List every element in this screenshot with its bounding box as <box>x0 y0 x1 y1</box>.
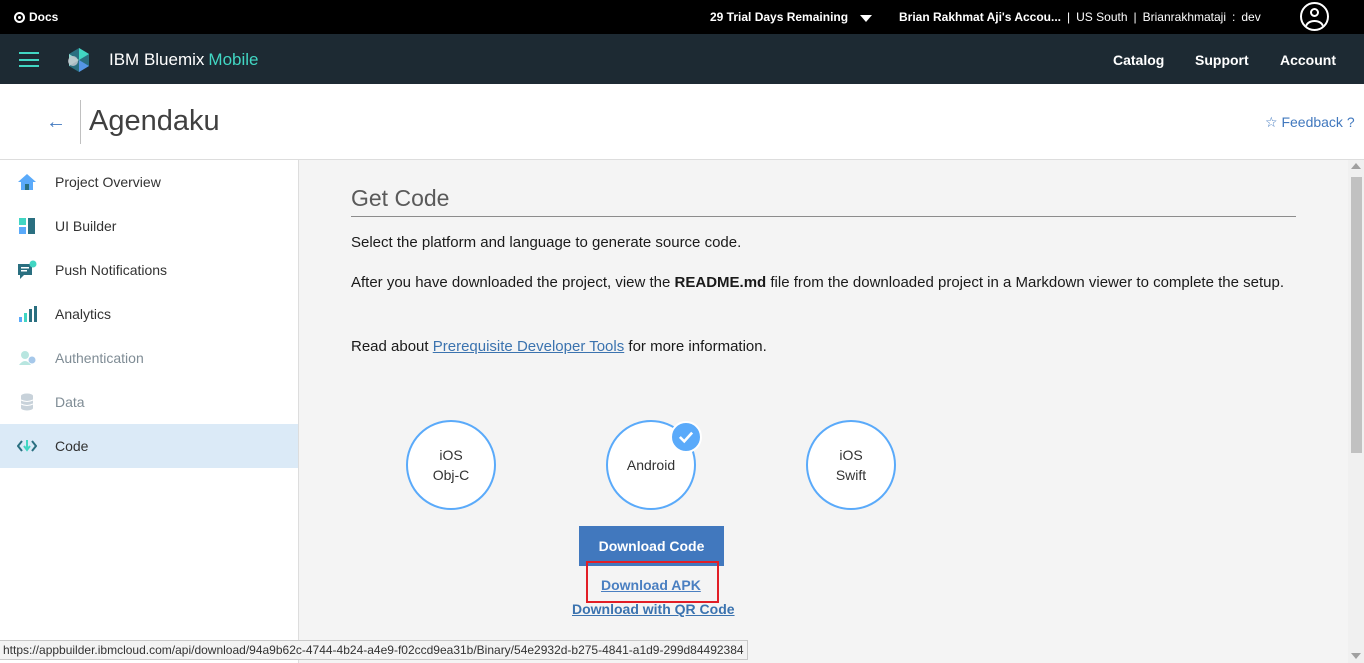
sidebar-item-code[interactable]: Code <box>0 424 298 468</box>
intro-text: Select the platform and language to gene… <box>351 234 742 251</box>
divider: | <box>1067 10 1071 24</box>
sidebar-item-label: UI Builder <box>55 218 117 234</box>
prereq-text: Read about Prerequisite Developer Tools … <box>351 338 767 355</box>
nav-support[interactable]: Support <box>1195 52 1249 68</box>
download-apk-link[interactable]: Download APK <box>601 577 701 593</box>
platform-label: Android <box>626 457 676 473</box>
platform-sublabel: Swift <box>835 467 867 483</box>
page-title: Agendaku <box>89 105 220 137</box>
sidebar-item-label: Project Overview <box>55 174 161 190</box>
download-qr-link[interactable]: Download with QR Code <box>572 601 735 617</box>
feedback-link[interactable]: ☆ Feedback ? <box>1265 114 1355 131</box>
platform-ios-objc[interactable]: iOS Obj-C <box>406 420 496 510</box>
code-icon <box>17 440 37 452</box>
analytics-icon <box>19 306 37 322</box>
hamburger-menu-icon[interactable] <box>19 52 39 67</box>
account-name: Brian Rakhmat Aji's Accou... <box>899 10 1062 24</box>
scrollbar-thumb[interactable] <box>1351 177 1362 453</box>
data-icon <box>20 393 34 411</box>
scroll-down-icon[interactable] <box>1351 653 1361 659</box>
prerequisite-tools-link[interactable]: Prerequisite Developer Tools <box>433 338 625 355</box>
account-selector[interactable]: Brian Rakhmat Aji's Accou... | US South … <box>899 10 1261 24</box>
sidebar-item-label: Code <box>55 438 89 454</box>
home-icon <box>18 174 36 190</box>
space-label: dev <box>1241 10 1261 24</box>
avatar-icon[interactable] <box>1300 2 1329 31</box>
sidebar-item-project-overview[interactable]: Project Overview <box>0 160 298 204</box>
sidebar-item-label: Push Notifications <box>55 262 168 278</box>
nav-account[interactable]: Account <box>1280 52 1336 68</box>
section-title: Get Code <box>351 185 450 211</box>
push-notifications-icon <box>18 260 37 279</box>
project-header: ← Agendaku ☆ Feedback ? <box>0 84 1364 160</box>
divider: | <box>1133 10 1137 24</box>
docs-label: Docs <box>29 10 59 24</box>
sidebar: Project Overview UI Builder Push Notific… <box>0 160 299 663</box>
platform-label: iOS <box>839 447 863 463</box>
brand-title: IBM Bluemix Mobile <box>109 50 259 69</box>
sidebar-item-authentication[interactable]: Authentication <box>0 336 298 380</box>
sidebar-item-ui-builder[interactable]: UI Builder <box>0 204 298 248</box>
sidebar-item-label: Authentication <box>55 350 144 366</box>
trial-label: 29 Trial Days Remaining <box>710 10 849 24</box>
nav-catalog[interactable]: Catalog <box>1113 52 1164 68</box>
top-bar: Docs 29 Trial Days Remaining Brian Rakhm… <box>0 0 1364 34</box>
chevron-down-icon <box>860 14 873 22</box>
checkmark-icon <box>670 421 702 453</box>
platform-ios-swift[interactable]: iOS Swift <box>806 420 896 510</box>
divider <box>80 100 81 144</box>
docs-icon <box>14 11 25 23</box>
divider <box>351 216 1296 217</box>
readme-text: After you have downloaded the project, v… <box>351 274 1284 291</box>
download-code-button[interactable]: Download Code <box>579 526 724 566</box>
authentication-icon <box>19 351 36 365</box>
region-label: US South <box>1076 10 1128 24</box>
trial-days-dropdown[interactable]: 29 Trial Days Remaining <box>710 10 873 24</box>
org-label: Brianrakhmataji <box>1142 10 1227 24</box>
platform-sublabel: Obj-C <box>432 467 470 483</box>
scroll-up-icon[interactable] <box>1351 163 1361 169</box>
sidebar-item-analytics[interactable]: Analytics <box>0 292 298 336</box>
platform-label: iOS <box>439 447 463 463</box>
bluemix-logo-icon <box>68 48 89 72</box>
back-arrow-icon[interactable]: ← <box>46 111 66 134</box>
brand-accent: Mobile <box>208 50 259 69</box>
docs-link[interactable]: Docs <box>14 10 58 24</box>
sidebar-item-label: Analytics <box>55 306 112 322</box>
main-header: IBM Bluemix Mobile Catalog Support Accoun… <box>0 34 1364 84</box>
sidebar-item-data[interactable]: Data <box>0 380 298 424</box>
separator: : <box>1232 10 1236 24</box>
sidebar-item-push-notifications[interactable]: Push Notifications <box>0 248 298 292</box>
status-bar-url: https://appbuilder.ibmcloud.com/api/down… <box>0 640 748 660</box>
ui-builder-icon <box>19 218 35 234</box>
sidebar-item-label: Data <box>55 394 85 410</box>
readme-filename: README.md <box>674 274 767 291</box>
